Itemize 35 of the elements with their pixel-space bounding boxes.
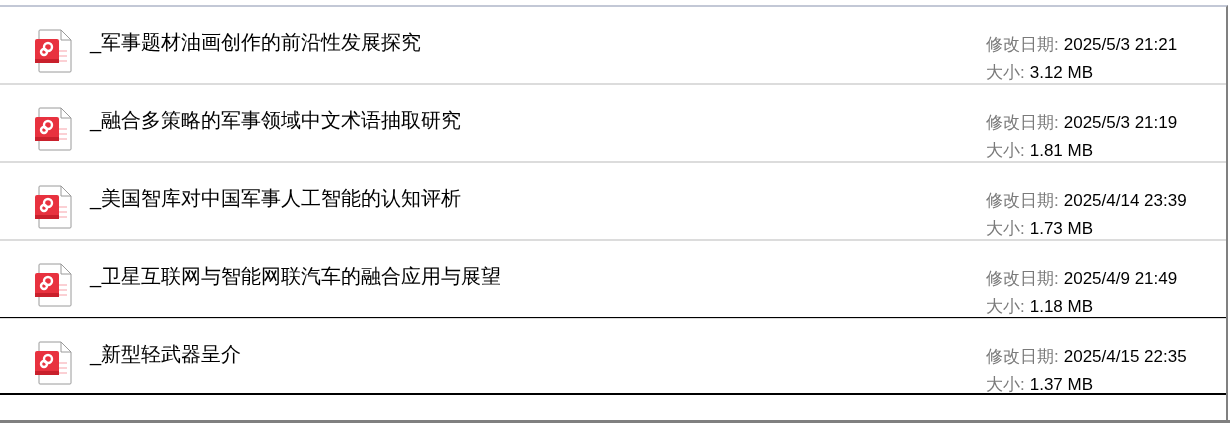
file-row[interactable]: _融合多策略的军事领域中文术语抽取研究 修改日期: 2025/5/3 21:19 大小: 1.81 MB	[0, 85, 1226, 163]
file-size: 1.37 MB	[1029, 374, 1094, 396]
file-row[interactable]: _新型轻武器呈介 修改日期: 2025/4/15 22:35 大小: 1.37 MB	[0, 317, 1226, 395]
file-name: _美国智库对中国军事人工智能的认知评析	[90, 186, 462, 211]
file-row[interactable]: _军事题材油画创作的前沿性发展探究 修改日期: 2025/5/3 21:21 大小: 3.12 MB	[0, 7, 1226, 85]
size-label: 大小:	[986, 140, 1025, 162]
size-label: 大小:	[986, 218, 1025, 240]
pdf-file-icon	[35, 185, 73, 229]
modified-label: 修改日期:	[986, 190, 1059, 212]
modified-date: 2025/5/3 21:21	[1063, 34, 1178, 56]
size-label: 大小:	[986, 62, 1025, 84]
pdf-file-icon	[35, 263, 73, 307]
modified-label: 修改日期:	[986, 268, 1059, 290]
modified-label: 修改日期:	[986, 112, 1059, 134]
file-row[interactable]: _美国智库对中国军事人工智能的认知评析 修改日期: 2025/4/14 23:39 大小: 1.73 MB	[0, 163, 1226, 241]
modified-date: 2025/4/15 22:35	[1063, 346, 1187, 368]
pdf-file-icon	[35, 29, 73, 73]
file-size: 1.18 MB	[1029, 296, 1094, 318]
pdf-file-icon	[35, 341, 73, 385]
size-label: 大小:	[986, 374, 1025, 396]
file-name: _融合多策略的军事领域中文术语抽取研究	[90, 108, 462, 133]
file-size: 3.12 MB	[1029, 62, 1094, 84]
file-size: 1.81 MB	[1029, 140, 1094, 162]
file-size: 1.73 MB	[1029, 218, 1094, 240]
modified-date: 2025/4/14 23:39	[1063, 190, 1187, 212]
file-name: _卫星互联网与智能网联汽车的融合应用与展望	[90, 264, 502, 289]
modified-label: 修改日期:	[986, 346, 1059, 368]
file-row[interactable]: _卫星互联网与智能网联汽车的融合应用与展望 修改日期: 2025/4/9 21:49 大小: 1.18 MB	[0, 241, 1226, 319]
size-label: 大小:	[986, 296, 1025, 318]
modified-date: 2025/5/3 21:19	[1063, 112, 1178, 134]
file-name: _军事题材油画创作的前沿性发展探究	[90, 30, 422, 55]
modified-date: 2025/4/9 21:49	[1063, 268, 1178, 290]
file-name: _新型轻武器呈介	[90, 342, 242, 367]
modified-label: 修改日期:	[986, 34, 1059, 56]
pdf-file-icon	[35, 107, 73, 151]
